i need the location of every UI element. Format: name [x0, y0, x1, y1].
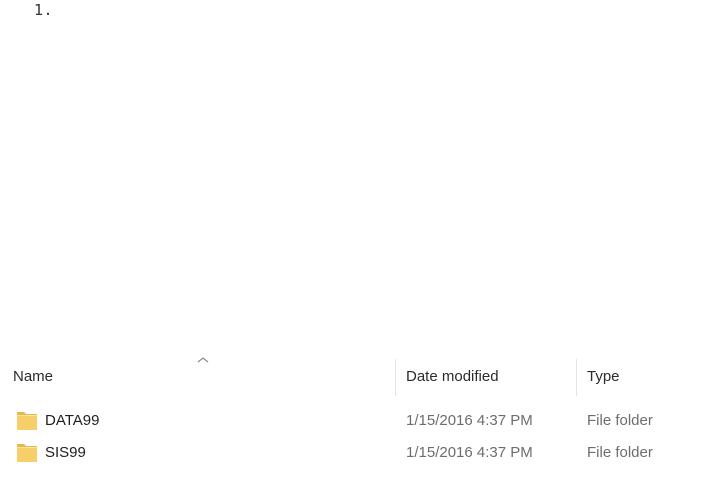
file-rows: DATA99 1/15/2016 4:37 PM File folder SIS… — [0, 409, 712, 473]
folder-icon — [17, 412, 37, 430]
chevron-up-icon — [197, 357, 209, 363]
file-list: Name Date modified Type DATA99 1/15/2016… — [0, 352, 712, 484]
column-header-type[interactable]: Type — [587, 368, 620, 385]
file-name: DATA99 — [45, 412, 100, 429]
column-header-date-modified[interactable]: Date modified — [406, 368, 499, 385]
list-item[interactable]: SIS99 1/15/2016 4:37 PM File folder — [0, 441, 712, 473]
file-date-modified: 1/15/2016 4:37 PM — [406, 444, 533, 461]
list-item[interactable]: DATA99 1/15/2016 4:37 PM File folder — [0, 409, 712, 441]
column-header-name[interactable]: Name — [13, 368, 53, 385]
column-header-row: Name Date modified Type — [0, 352, 712, 398]
folder-icon — [17, 444, 37, 462]
column-divider[interactable] — [576, 359, 577, 396]
file-name: SIS99 — [45, 444, 86, 461]
file-type: File folder — [587, 444, 653, 461]
file-type: File folder — [587, 412, 653, 429]
column-divider[interactable] — [395, 359, 396, 396]
page-marker: 1. — [34, 1, 54, 19]
file-date-modified: 1/15/2016 4:37 PM — [406, 412, 533, 429]
